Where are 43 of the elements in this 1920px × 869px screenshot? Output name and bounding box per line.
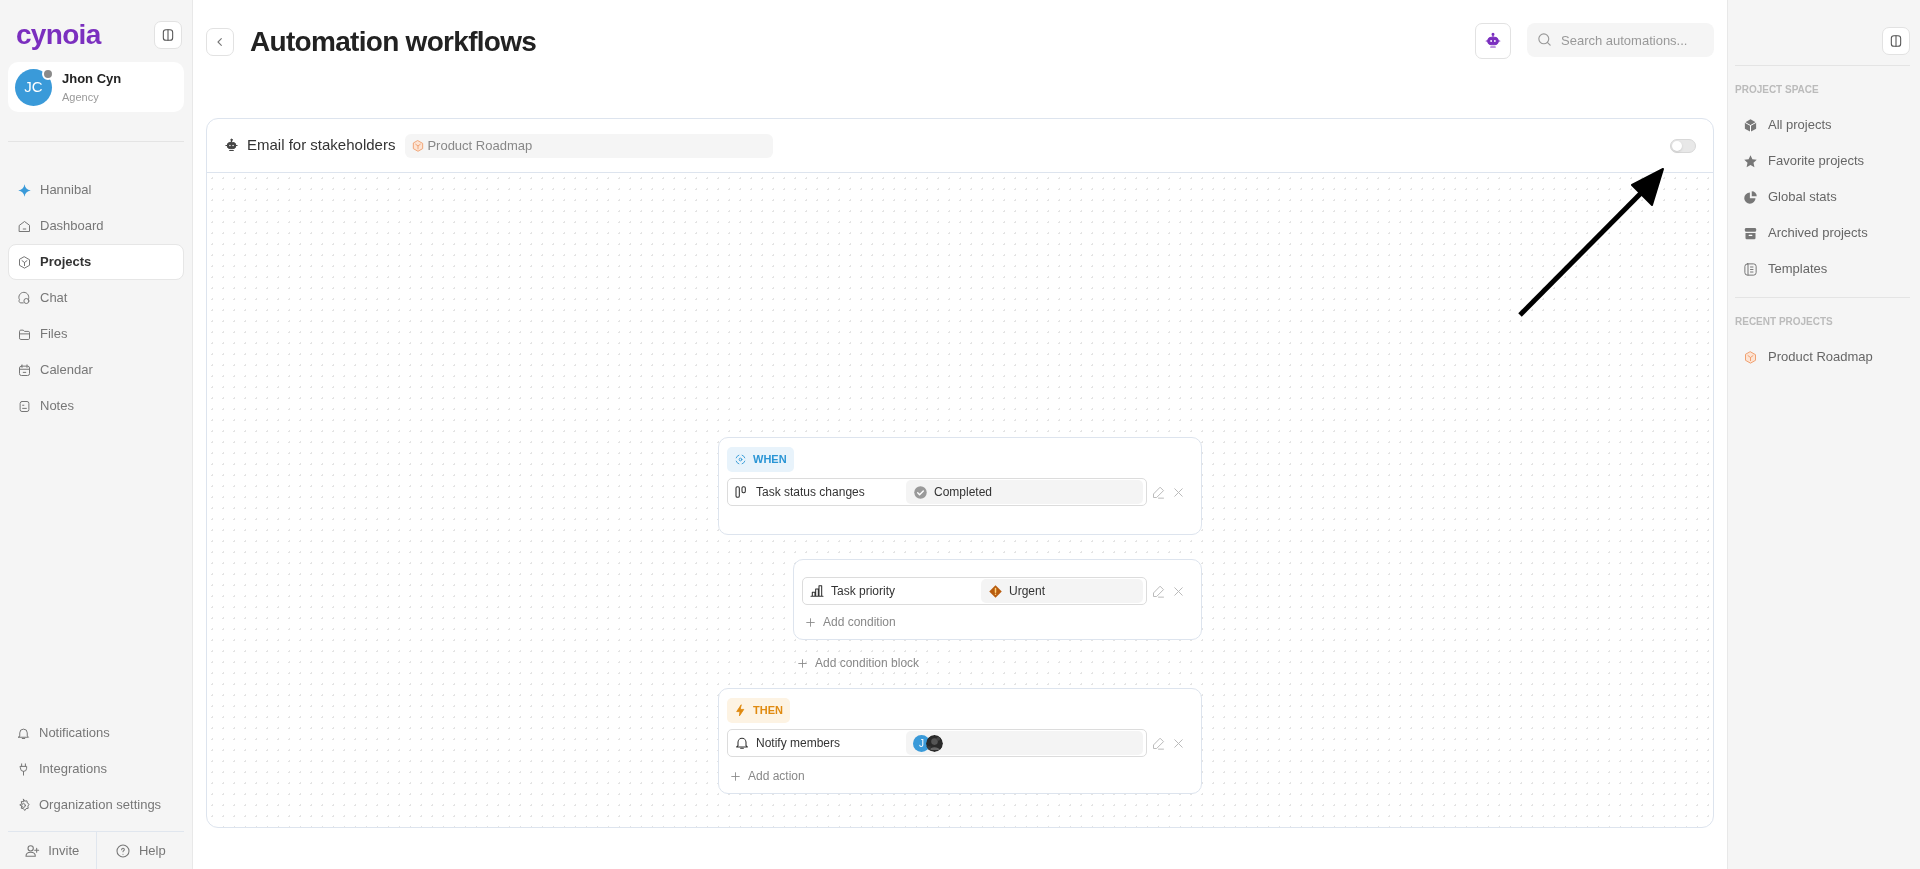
project-link[interactable]: Global stats: [1735, 179, 1910, 215]
page-title: Automation workflows: [250, 25, 537, 59]
footer-button[interactable]: Help: [96, 832, 184, 869]
project-link[interactable]: Product Roadmap: [1735, 339, 1910, 375]
rule-label: Task priority: [831, 583, 896, 600]
project-link[interactable]: Archived projects: [1735, 215, 1910, 251]
nav-item[interactable]: Integrations: [8, 751, 184, 787]
logo: cynoia: [16, 20, 101, 50]
nav-item[interactable]: Calendar: [8, 352, 184, 388]
when-badge: WHEN: [727, 447, 794, 472]
add-link[interactable]: Add condition: [804, 613, 1193, 631]
add-link[interactable]: Add condition block: [796, 654, 920, 672]
user-role: Agency: [62, 89, 100, 105]
user-card[interactable]: JC Jhon Cyn Agency: [8, 62, 184, 112]
workflow-name: Email for stakeholders: [247, 135, 396, 156]
rule-label: Notify members: [756, 735, 842, 752]
section-heading: PROJECT SPACE: [1735, 83, 1820, 97]
user-name: Jhon Cyn: [62, 70, 122, 88]
rule-row[interactable]: Task priority Urgent: [802, 577, 1147, 605]
then-badge: THEN: [727, 698, 790, 723]
nav-item[interactable]: Projects: [8, 244, 184, 280]
nav-item[interactable]: Organization settings: [8, 787, 184, 823]
add-link[interactable]: Add action: [729, 767, 1193, 785]
nav-item[interactable]: Notifications: [8, 715, 184, 751]
value-field[interactable]: J: [906, 731, 1143, 755]
footer-button[interactable]: Invite: [8, 832, 97, 869]
nav-item[interactable]: Hannibal: [8, 172, 184, 208]
avatar: JC: [15, 68, 52, 106]
project-link[interactable]: Favorite projects: [1735, 143, 1910, 179]
rule-label: Task status changes: [756, 484, 866, 501]
nav-item[interactable]: Notes: [8, 388, 184, 424]
project-link[interactable]: All projects: [1735, 107, 1910, 143]
section-heading: RECENT PROJECTS: [1735, 315, 1834, 329]
search-field[interactable]: Search automations...: [1527, 23, 1714, 57]
value-field[interactable]: Urgent: [981, 579, 1143, 603]
nav-item[interactable]: Files: [8, 316, 184, 352]
nav-item[interactable]: Chat: [8, 280, 184, 316]
rule-row[interactable]: Task status changes Completed: [727, 478, 1147, 506]
project-tag: Product Roadmap: [405, 133, 774, 158]
nav-item[interactable]: Dashboard: [8, 208, 184, 244]
value-field[interactable]: Completed: [906, 480, 1143, 504]
rule-row[interactable]: Notify members J: [727, 729, 1147, 757]
project-link[interactable]: Templates: [1735, 251, 1910, 287]
